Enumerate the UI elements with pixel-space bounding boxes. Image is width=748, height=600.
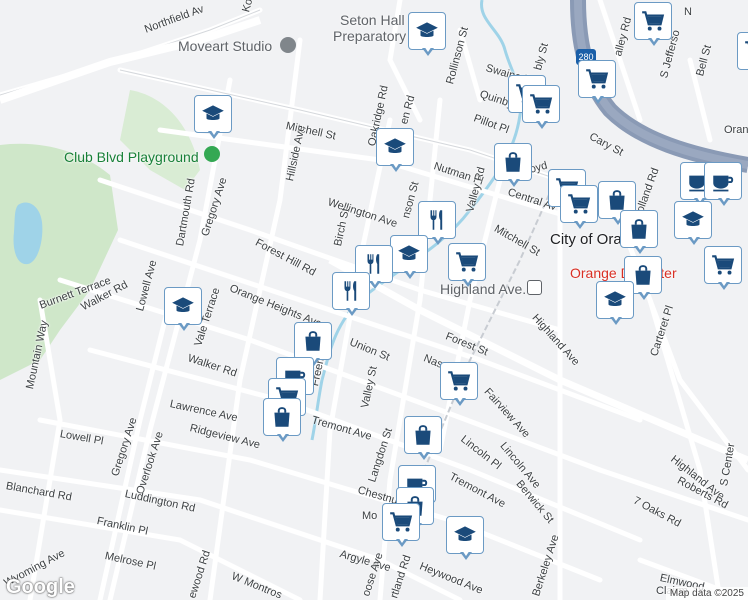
marker-tail	[638, 290, 650, 300]
cart-marker[interactable]	[704, 246, 744, 294]
street-label: Orang	[724, 124, 748, 136]
cup-icon	[704, 162, 742, 200]
marker-tail	[718, 280, 730, 290]
marker-tail	[592, 94, 604, 104]
poi-moveart[interactable]: Moveart Studio	[178, 38, 272, 54]
marker-tail	[346, 306, 358, 316]
cart-marker[interactable]	[634, 2, 674, 50]
school-marker[interactable]	[390, 235, 430, 283]
bag-marker[interactable]	[404, 416, 444, 464]
cart-marker[interactable]	[382, 503, 422, 551]
school-icon	[390, 235, 428, 273]
marker-tail	[277, 432, 289, 442]
marker-tail	[178, 321, 190, 331]
marker-tail	[634, 244, 646, 254]
marker-tail	[462, 277, 474, 287]
school-icon	[376, 128, 414, 166]
marker-tail	[648, 36, 660, 46]
marker-tail	[454, 396, 466, 406]
bag-marker[interactable]	[494, 143, 534, 191]
fork-marker[interactable]	[332, 272, 372, 320]
cart-marker[interactable]	[522, 85, 562, 133]
street-label: Mo	[362, 510, 378, 522]
school-icon	[164, 287, 202, 325]
marker-tail	[396, 537, 408, 547]
marker-tail	[718, 196, 730, 206]
poi-club-blvd[interactable]: Club Blvd Playground	[64, 149, 199, 165]
marker-tail	[688, 235, 700, 245]
bag-icon	[263, 398, 301, 436]
school-marker[interactable]	[596, 281, 636, 329]
cart-icon	[382, 503, 420, 541]
cart-icon	[448, 243, 486, 281]
poi-seton[interactable]: Seton Hall	[340, 12, 405, 28]
school-marker[interactable]	[164, 287, 204, 335]
cart-marker[interactable]	[440, 362, 480, 410]
fork-icon	[418, 201, 456, 239]
cart-icon	[704, 246, 742, 284]
school-icon	[596, 281, 634, 319]
map-canvas[interactable]: Seton Hall Preparatory Scho Moveart Stud…	[0, 0, 748, 600]
cart-icon	[634, 2, 672, 40]
transit-icon[interactable]	[527, 280, 542, 295]
google-logo: Google	[6, 576, 75, 598]
marker-tail	[418, 450, 430, 460]
marker-tail	[460, 550, 472, 560]
bag-icon	[294, 322, 332, 360]
school-icon	[194, 95, 232, 133]
marker-tail	[574, 219, 586, 229]
school-icon	[674, 201, 712, 239]
street-label: N	[684, 6, 692, 18]
school-marker[interactable]	[674, 201, 714, 249]
cart-marker[interactable]	[578, 60, 618, 108]
cart-marker[interactable]	[448, 243, 488, 291]
cart-icon	[560, 185, 598, 223]
bag-marker[interactable]	[620, 210, 660, 258]
cart-icon	[522, 85, 560, 123]
school-marker[interactable]	[408, 12, 448, 60]
cart-marker[interactable]	[560, 185, 600, 233]
marker-tail	[422, 46, 434, 56]
marker-tail	[610, 315, 622, 325]
cart-marker[interactable]	[737, 32, 748, 80]
marker-tail	[208, 129, 220, 139]
poi-marker-icon[interactable]	[280, 37, 296, 53]
bag-icon	[620, 210, 658, 248]
marker-tail	[390, 162, 402, 172]
fork-icon	[332, 272, 370, 310]
marker-tail	[508, 177, 520, 187]
cart-icon	[578, 60, 616, 98]
marker-tail	[536, 119, 548, 129]
school-marker[interactable]	[194, 95, 234, 143]
school-marker[interactable]	[376, 128, 416, 176]
marker-tail	[404, 269, 416, 279]
city-label: City of Ora	[550, 231, 622, 248]
bag-icon	[494, 143, 532, 181]
bag-marker[interactable]	[263, 398, 303, 446]
map-attribution[interactable]: Map data ©2025	[665, 587, 748, 600]
school-icon	[408, 12, 446, 50]
marker-tail	[432, 235, 444, 245]
cart-icon	[737, 32, 748, 70]
school-icon	[446, 516, 484, 554]
bag-icon	[404, 416, 442, 454]
school-marker[interactable]	[446, 516, 486, 564]
park-marker-icon[interactable]	[204, 146, 220, 162]
cart-icon	[440, 362, 478, 400]
